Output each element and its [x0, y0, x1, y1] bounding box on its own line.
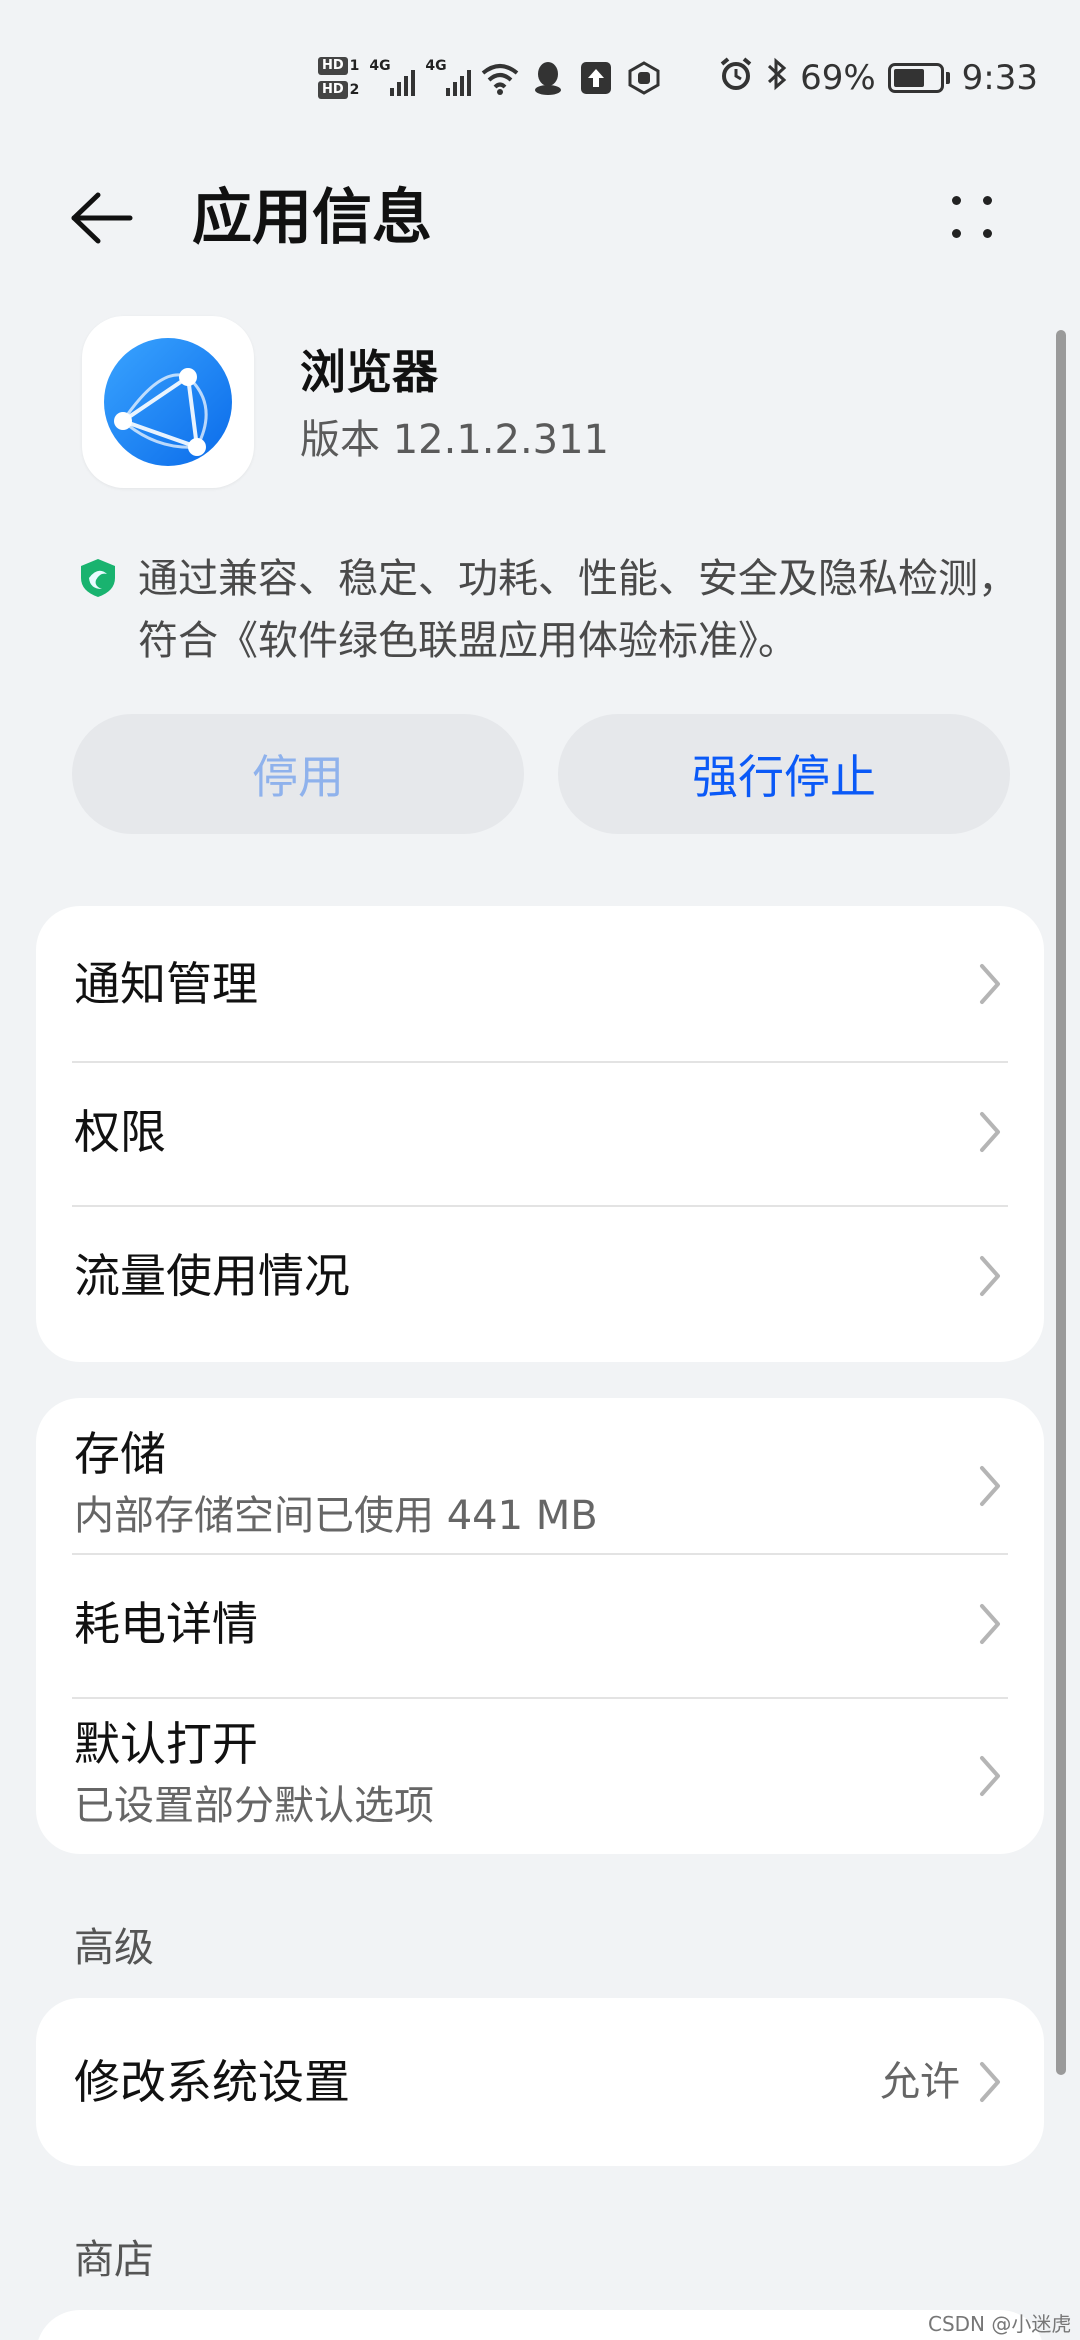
- list-item-title: 默认打开: [74, 1717, 258, 1771]
- qq-icon: [529, 59, 567, 97]
- chevron-right-icon: [980, 2062, 1000, 2102]
- list-item-permissions[interactable]: 权限: [36, 1062, 1044, 1206]
- signal-icon: 4G: [369, 58, 416, 98]
- list-item-battery-usage[interactable]: 耗电详情: [36, 1554, 1044, 1698]
- chevron-right-icon: [980, 964, 1000, 1004]
- settings-card-general: 通知管理 权限 流量使用情况: [36, 906, 1044, 1362]
- chevron-right-icon: [980, 1756, 1000, 1796]
- watermark: CSDN @小迷虎儿: [928, 2312, 1072, 2336]
- list-item-storage[interactable]: 存储 内部存储空间已使用 441 MB: [36, 1398, 1044, 1554]
- settings-card-details: 存储 内部存储空间已使用 441 MB 耗电详情 默认打开 已设置部分默认选项: [36, 1398, 1044, 1854]
- network-type: 4G: [425, 58, 447, 74]
- alarm-icon: [718, 56, 754, 101]
- chevron-right-icon: [980, 1604, 1000, 1644]
- network-type: 4G: [369, 58, 391, 74]
- status-bar-left: HD 1 HD 2 4G 4G: [318, 46, 663, 110]
- settings-card-advanced: 修改系统设置 允许: [36, 1998, 1044, 2166]
- green-shield-icon: [81, 559, 115, 597]
- hd-icon: HD 2: [318, 81, 359, 99]
- list-item-notification-management[interactable]: 通知管理: [36, 906, 1044, 1062]
- app-name: 浏览器: [300, 345, 438, 399]
- list-item-data-usage[interactable]: 流量使用情况: [36, 1206, 1044, 1362]
- force-stop-button[interactable]: 强行停止: [558, 714, 1010, 834]
- list-item-title: 存储: [74, 1427, 166, 1481]
- wifi-icon: [481, 59, 519, 97]
- hd-indicators: HD 1 HD 2: [318, 57, 359, 99]
- hd-sim-number: 1: [349, 58, 360, 74]
- scrollbar[interactable]: [1056, 330, 1066, 2075]
- hd-badge: HD: [318, 81, 348, 99]
- certification-text: 通过兼容、稳定、功耗、性能、安全及隐私检测，符合《软件绿色联盟应用体验标准》。: [138, 556, 1018, 664]
- battery-fill: [893, 69, 924, 87]
- app-icon: [82, 316, 254, 488]
- back-arrow-icon: [71, 192, 133, 244]
- list-item-title: 权限: [74, 1105, 166, 1159]
- list-item-value: 允许: [880, 2059, 960, 2105]
- chevron-right-icon: [980, 1466, 1000, 1506]
- back-button[interactable]: [62, 178, 142, 258]
- battery-percent: 69%: [800, 58, 876, 98]
- settings-card-store: [36, 2310, 1044, 2340]
- list-item-subtitle: 内部存储空间已使用 441 MB: [74, 1493, 598, 1539]
- battery-icon: [887, 63, 950, 93]
- hd-icon: HD 1: [318, 57, 359, 75]
- disable-button[interactable]: 停用: [72, 714, 524, 834]
- page-title: 应用信息: [192, 183, 432, 253]
- section-title-advanced: 高级: [74, 1925, 154, 1971]
- list-item-open-by-default[interactable]: 默认打开 已设置部分默认选项: [36, 1698, 1044, 1854]
- list-item-modify-system-settings[interactable]: 修改系统设置 允许: [36, 1998, 1044, 2166]
- app-version: 版本 12.1.2.311: [300, 417, 610, 463]
- list-item-subtitle: 已设置部分默认选项: [74, 1783, 434, 1829]
- list-item-title: 修改系统设置: [74, 2055, 350, 2109]
- title-bar: 应用信息: [0, 150, 1080, 280]
- hd-sim-number: 2: [349, 82, 360, 98]
- list-item-title: 流量使用情况: [74, 1249, 350, 1303]
- upload-icon: [577, 59, 615, 97]
- chevron-right-icon: [980, 1256, 1000, 1296]
- section-title-store: 商店: [74, 2237, 154, 2283]
- clock: 9:33: [961, 58, 1038, 98]
- hd-badge: HD: [318, 57, 348, 75]
- chevron-right-icon: [980, 1112, 1000, 1152]
- status-bar-right: 69% 9:33: [718, 48, 1038, 108]
- status-bar: HD 1 HD 2 4G 4G 69% 9:33: [0, 0, 1080, 130]
- signal-icon: 4G: [425, 58, 472, 98]
- more-options-button[interactable]: [932, 178, 1012, 258]
- shield-icon: [625, 59, 663, 97]
- bluetooth-icon: [766, 56, 788, 101]
- list-item-title: 耗电详情: [74, 1597, 258, 1651]
- app-info-screen: HD 1 HD 2 4G 4G 69% 9:33 应用信息 浏览器 版本 12.…: [0, 0, 1080, 2340]
- browser-globe-icon: [104, 338, 232, 466]
- list-item-title: 通知管理: [74, 957, 258, 1011]
